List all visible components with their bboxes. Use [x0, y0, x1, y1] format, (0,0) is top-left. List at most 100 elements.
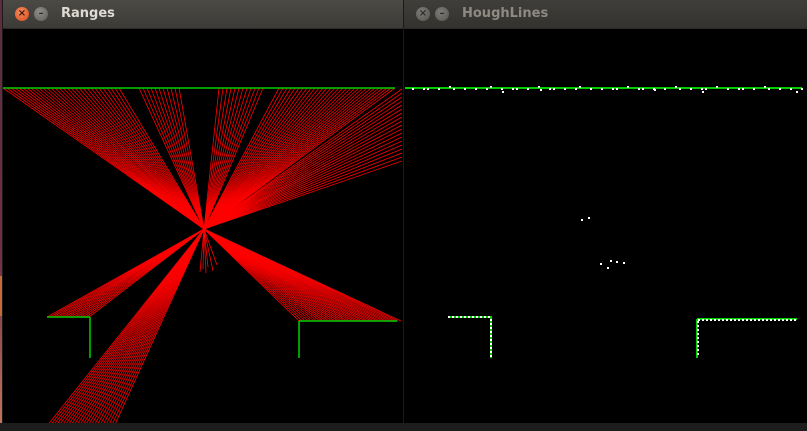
minimize-icon[interactable]: – — [435, 7, 449, 21]
scan-point — [770, 319, 772, 321]
scan-point — [664, 88, 666, 90]
scan-point — [786, 319, 788, 321]
scan-point — [679, 88, 681, 90]
scan-point — [449, 86, 451, 88]
range-ray — [114, 87, 205, 230]
scan-point — [490, 343, 492, 345]
scan-point — [588, 217, 590, 219]
scan-point — [766, 319, 768, 321]
scan-point — [490, 351, 492, 353]
scan-point — [427, 88, 429, 90]
range-ray — [102, 87, 205, 230]
scan-point — [527, 88, 529, 90]
ranges-plot — [3, 87, 403, 431]
scan-point — [484, 316, 486, 318]
scan-point — [697, 341, 699, 343]
scan-point — [575, 88, 577, 90]
scan-point — [490, 319, 492, 321]
scan-point — [490, 339, 492, 341]
scan-point — [540, 89, 542, 91]
scan-point — [790, 319, 792, 321]
scan-point — [490, 327, 492, 329]
scan-point — [512, 88, 514, 90]
scan-point — [654, 89, 656, 91]
scan-point — [742, 88, 744, 90]
scan-point — [697, 329, 699, 331]
scan-point — [490, 323, 492, 325]
houghlines-window[interactable]: × – HoughLines — [404, 0, 807, 431]
range-ray — [203, 120, 403, 230]
scan-point — [698, 319, 700, 321]
scan-point — [790, 88, 792, 90]
scan-point — [642, 88, 644, 90]
scan-point — [610, 260, 612, 262]
range-ray — [203, 108, 403, 230]
scan-point — [549, 88, 551, 90]
scan-point — [579, 86, 581, 88]
titlebar[interactable]: × – HoughLines — [404, 0, 807, 29]
scan-point — [697, 353, 699, 355]
scan-point — [616, 261, 618, 263]
scan-point — [774, 319, 776, 321]
range-ray — [98, 87, 205, 230]
scan-point — [476, 316, 478, 318]
scan-point — [581, 219, 583, 221]
range-ray — [203, 87, 396, 230]
scan-point — [718, 319, 720, 321]
scan-point — [710, 319, 712, 321]
scan-point — [472, 316, 474, 318]
scan-point — [490, 335, 492, 337]
scan-point — [762, 319, 764, 321]
scan-point — [638, 88, 640, 90]
scan-point — [502, 91, 504, 93]
range-ray — [74, 87, 205, 230]
titlebar[interactable]: × – Ranges — [3, 0, 403, 29]
scan-point — [490, 347, 492, 349]
scan-point — [490, 355, 492, 357]
scan-point — [697, 345, 699, 347]
scan-point — [480, 316, 482, 318]
scan-point — [778, 319, 780, 321]
scan-point — [801, 88, 803, 90]
scan-point — [714, 319, 716, 321]
scan-point — [758, 319, 760, 321]
scan-point — [782, 319, 784, 321]
scan-point — [697, 321, 699, 323]
scan-point — [697, 333, 699, 335]
scan-point — [722, 319, 724, 321]
scan-point — [490, 331, 492, 333]
range-ray — [46, 87, 205, 230]
scan-point — [697, 337, 699, 339]
scan-point — [475, 88, 477, 90]
scan-point — [448, 316, 450, 318]
scan-point — [738, 319, 740, 321]
scan-point — [538, 86, 540, 88]
scan-point — [768, 88, 770, 90]
window-title: Ranges — [61, 6, 115, 21]
scan-point — [627, 86, 629, 88]
minimize-icon[interactable]: – — [34, 7, 48, 21]
range-ray — [86, 87, 205, 230]
scan-point — [460, 316, 462, 318]
scan-point — [746, 319, 748, 321]
ranges-window[interactable]: × – Ranges — [3, 0, 403, 431]
range-ray — [203, 96, 403, 230]
close-icon[interactable]: × — [15, 7, 29, 21]
scan-point — [468, 316, 470, 318]
scan-point — [516, 88, 518, 90]
scan-point — [753, 88, 755, 90]
houghlines-plot — [405, 86, 803, 358]
scan-point — [616, 88, 618, 90]
scan-point — [464, 316, 466, 318]
scan-point — [754, 319, 756, 321]
bottom-panel — [0, 423, 807, 431]
scan-point — [705, 88, 707, 90]
scan-point — [623, 262, 625, 264]
scan-point — [697, 349, 699, 351]
scan-point — [779, 88, 781, 90]
scan-point — [675, 86, 677, 88]
close-icon[interactable]: × — [416, 7, 430, 21]
scan-point — [742, 319, 744, 321]
scan-point — [697, 325, 699, 327]
houghlines-canvas — [404, 29, 807, 431]
